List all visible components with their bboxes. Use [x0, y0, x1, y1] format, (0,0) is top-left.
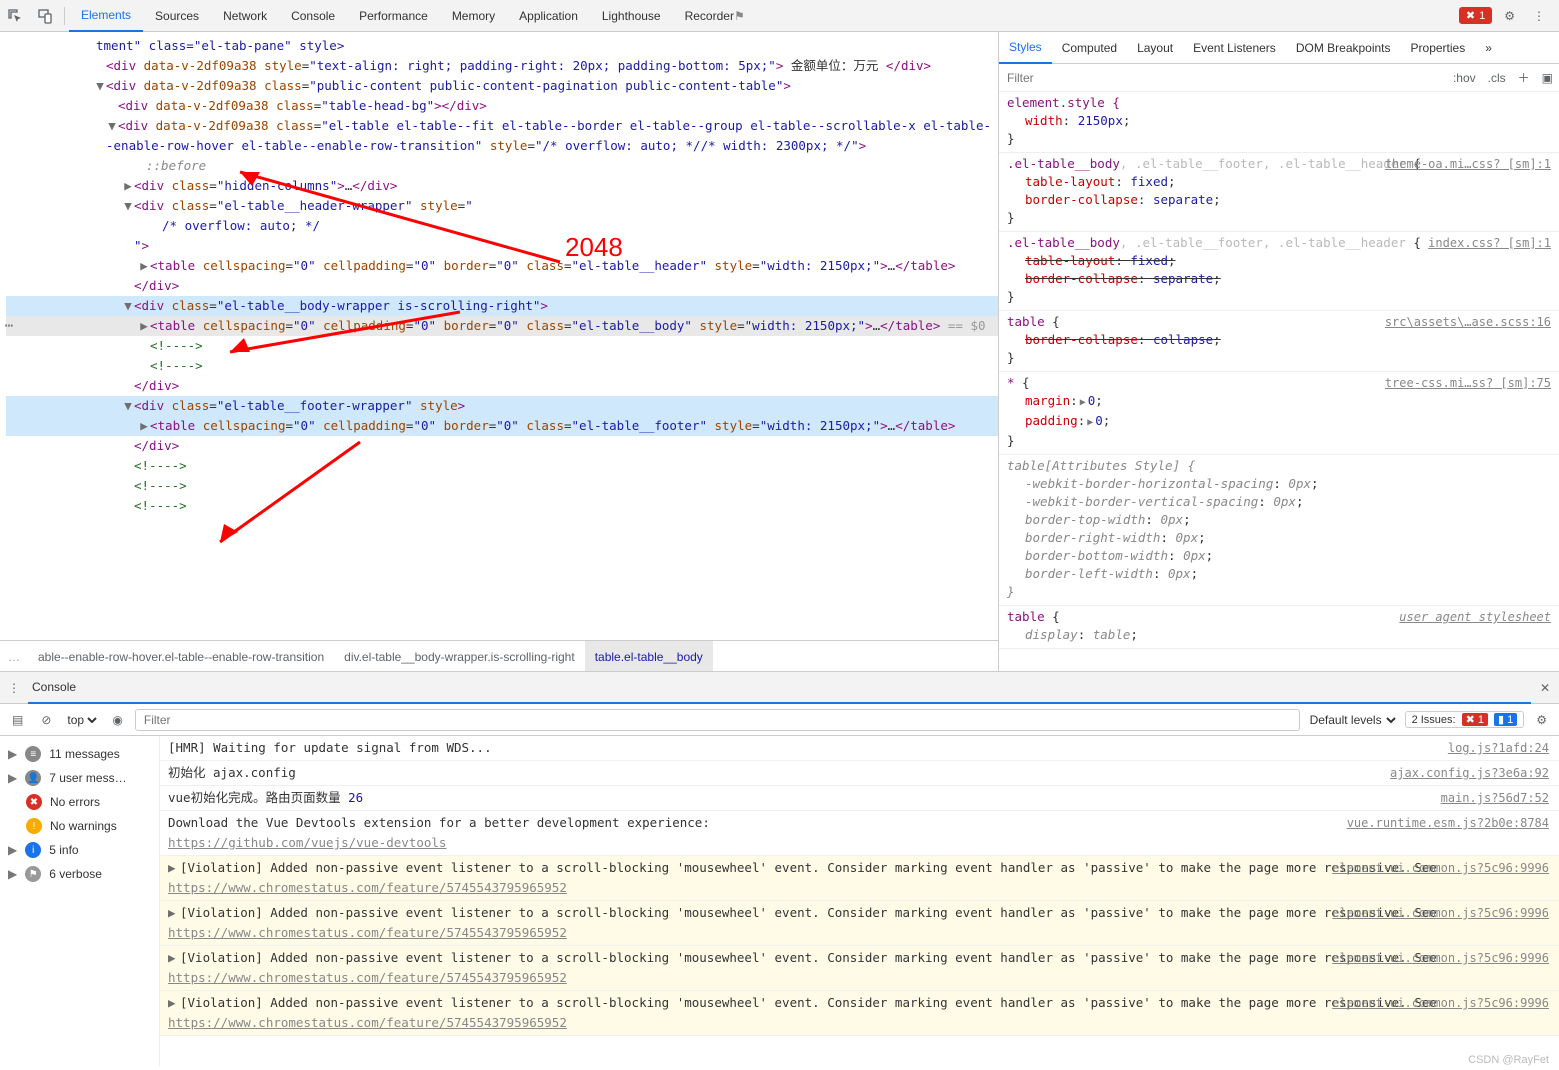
feature-link[interactable]: https://www.chromestatus.com/feature/574…	[168, 1015, 567, 1030]
selected-dom-node[interactable]: ⋯▶<table cellspacing="0" cellpadding="0"…	[6, 316, 998, 336]
feature-link[interactable]: https://www.chromestatus.com/feature/574…	[168, 925, 567, 940]
devtools-toolbar: Elements Sources Network Console Perform…	[0, 0, 1559, 32]
side-warnings[interactable]: !No warnings	[0, 814, 159, 838]
msg-source-link[interactable]: log.js?1afd:24	[1448, 738, 1549, 758]
more-icon[interactable]: ⋮	[1527, 9, 1551, 23]
msg-source-link[interactable]: element-ui.common.js?5c96:9996	[1332, 948, 1549, 968]
rule-source-link[interactable]: tree-css.mi…ss? [sm]:75	[1385, 374, 1551, 392]
styles-tabs: Styles Computed Layout Event Listeners D…	[999, 32, 1559, 64]
inspect-icon[interactable]	[0, 0, 30, 32]
tab-console[interactable]: Console	[279, 0, 347, 32]
tab-application[interactable]: Application	[507, 0, 590, 32]
rule-source-link[interactable]: theme-oa.mi…css? [sm]:1	[1385, 155, 1551, 173]
issues-pill[interactable]: 2 Issues: ✖ 1 ▮ 1	[1405, 711, 1525, 728]
rule-source-ua: user agent stylesheet	[1399, 608, 1551, 626]
console-sidebar-toggle-icon[interactable]: ▤	[6, 713, 29, 727]
crumb-ancestor[interactable]: able--enable-row-hover.el-table--enable-…	[28, 641, 334, 672]
console-menu-icon[interactable]: ⋮	[0, 681, 28, 695]
side-errors[interactable]: ✖No errors	[0, 790, 159, 814]
panel-tabs: Elements Sources Network Console Perform…	[69, 0, 757, 32]
breadcrumb: … able--enable-row-hover.el-table--enabl…	[0, 640, 998, 671]
msg-source-link[interactable]: main.js?56d7:52	[1441, 788, 1549, 808]
tab-memory[interactable]: Memory	[440, 0, 507, 32]
rule-source-link[interactable]: index.css? [sm]:1	[1428, 234, 1551, 252]
rule-source-link[interactable]: src\assets\…ase.scss:16	[1385, 313, 1551, 331]
tab-lighthouse[interactable]: Lighthouse	[590, 0, 673, 32]
cls-toggle[interactable]: .cls	[1482, 71, 1512, 85]
breadcrumb-overflow[interactable]: …	[0, 650, 28, 664]
close-icon[interactable]: ✕	[1531, 681, 1559, 695]
css-rules[interactable]: element.style { width: 2150px; } theme-o…	[999, 92, 1559, 671]
tab-sources[interactable]: Sources	[143, 0, 211, 32]
msg-source-link[interactable]: vue.runtime.esm.js?2b0e:8784	[1347, 813, 1549, 833]
stab-layout[interactable]: Layout	[1127, 32, 1183, 64]
stab-event-listeners[interactable]: Event Listeners	[1183, 32, 1286, 64]
dom-node[interactable]: tment" class="el-tab-pane" style>	[96, 38, 344, 53]
console-drawer-header: ⋮ Console ✕	[0, 672, 1559, 704]
dom-tree[interactable]: tment" class="el-tab-pane" style> <div d…	[0, 32, 998, 640]
elements-panel: tment" class="el-tab-pane" style> <div d…	[0, 32, 999, 671]
console-settings-icon[interactable]: ⚙	[1530, 713, 1553, 727]
tab-elements[interactable]: Elements	[69, 0, 143, 32]
console-messages[interactable]: log.js?1afd:24[HMR] Waiting for update s…	[160, 736, 1559, 1066]
console-toolbar: ▤ ⊘ top ◉ Default levels 2 Issues: ✖ 1 ▮…	[0, 704, 1559, 736]
log-levels-select[interactable]: Default levels	[1306, 712, 1399, 728]
msg-source-link[interactable]: ajax.config.js?3e6a:92	[1390, 763, 1549, 783]
settings-icon[interactable]: ⚙	[1498, 9, 1521, 23]
live-expression-icon[interactable]: ◉	[106, 713, 128, 727]
tab-performance[interactable]: Performance	[347, 0, 440, 32]
console-tab[interactable]: Console	[28, 672, 1531, 704]
tab-network[interactable]: Network	[211, 0, 279, 32]
stab-properties[interactable]: Properties	[1401, 32, 1476, 64]
side-user[interactable]: ▶👤7 user mess…	[0, 766, 159, 790]
watermark: CSDN @RayFet	[1468, 1054, 1549, 1066]
tab-recorder[interactable]: Recorder ⚑	[673, 0, 757, 32]
context-select[interactable]: top	[63, 712, 100, 728]
side-verbose[interactable]: ▶⚑6 verbose	[0, 862, 159, 886]
stab-dom-breakpoints[interactable]: DOM Breakpoints	[1286, 32, 1401, 64]
styles-panel: Styles Computed Layout Event Listeners D…	[999, 32, 1559, 671]
stab-computed[interactable]: Computed	[1052, 32, 1127, 64]
side-info[interactable]: ▶i5 info	[0, 838, 159, 862]
devtools-link[interactable]: https://github.com/vuejs/vue-devtools	[168, 835, 446, 850]
msg-source-link[interactable]: element-ui.common.js?5c96:9996	[1332, 858, 1549, 878]
msg-source-link[interactable]: element-ui.common.js?5c96:9996	[1332, 903, 1549, 923]
clear-console-icon[interactable]: ⊘	[35, 713, 57, 727]
feature-link[interactable]: https://www.chromestatus.com/feature/574…	[168, 970, 567, 985]
styles-filter-input[interactable]	[999, 65, 1447, 91]
crumb-parent[interactable]: div.el-table__body-wrapper.is-scrolling-…	[334, 641, 585, 672]
stab-more-icon[interactable]: »	[1475, 32, 1502, 64]
console-sidebar: ▶≡11 messages ▶👤7 user mess… ✖No errors …	[0, 736, 160, 1066]
side-messages[interactable]: ▶≡11 messages	[0, 742, 159, 766]
sidebar-toggle-icon[interactable]: ▣	[1536, 71, 1559, 85]
device-icon[interactable]	[30, 0, 60, 32]
crumb-current[interactable]: table.el-table__body	[585, 641, 713, 672]
msg-source-link[interactable]: element-ui.common.js?5c96:9996	[1332, 993, 1549, 1013]
divider	[64, 7, 65, 25]
feature-link[interactable]: https://www.chromestatus.com/feature/574…	[168, 880, 567, 895]
console-filter-input[interactable]	[135, 709, 1300, 731]
error-count-pill[interactable]: ✖ 1	[1459, 7, 1492, 24]
stab-styles[interactable]: Styles	[999, 32, 1052, 64]
hov-toggle[interactable]: :hov	[1447, 71, 1482, 85]
new-rule-icon[interactable]: ＋	[1512, 69, 1536, 86]
